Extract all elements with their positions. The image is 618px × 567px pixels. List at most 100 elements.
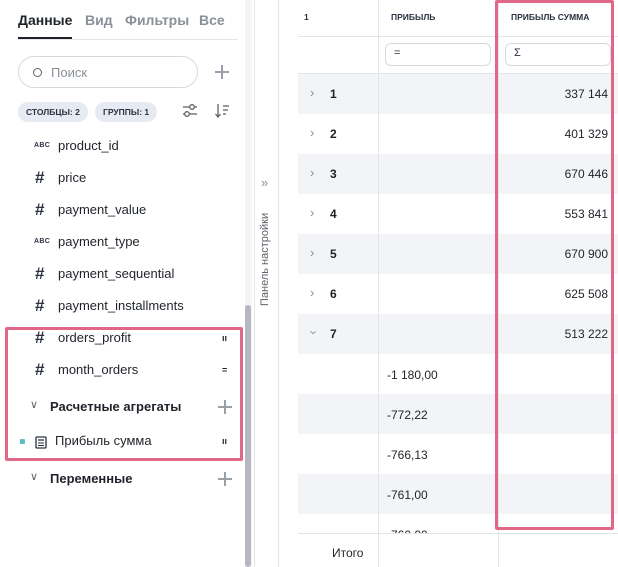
- table-row[interactable]: › 4 553 841: [298, 194, 618, 234]
- table-row[interactable]: -772,22: [298, 394, 618, 434]
- pivot-table: › 1 337 144 › 2 401 329 › 3 670 446 › 4 …: [298, 0, 618, 567]
- variables-section-header[interactable]: ∨ Переменные: [0, 464, 245, 494]
- profit-cell: -772,22: [387, 408, 428, 422]
- group-key: 1: [330, 87, 337, 101]
- totals-row: Итого: [298, 533, 618, 567]
- chevron-right-icon[interactable]: ›: [310, 85, 314, 100]
- data-panel: Данные Вид Фильтры Все Поиск СТОЛБЦЫ: 2 …: [0, 0, 253, 567]
- sum-cell: 513 222: [564, 327, 608, 341]
- measure-role-icon[interactable]: ıı: [222, 436, 227, 446]
- calculator-icon: [35, 436, 47, 449]
- scrollbar-thumb[interactable]: [245, 305, 251, 567]
- group-key: 7: [330, 327, 337, 341]
- number-type-icon: #: [35, 328, 45, 347]
- add-variable-plus-icon[interactable]: [218, 472, 232, 486]
- field-name: payment_sequential: [58, 266, 175, 281]
- column-divider: [498, 534, 499, 567]
- tab-filters[interactable]: Фильтры: [125, 12, 189, 28]
- profit-cell: -766,13: [387, 448, 428, 462]
- field-name: month_orders: [58, 362, 139, 377]
- settings-panel-toggle[interactable]: » Панель настройки: [254, 0, 279, 567]
- sum-cell: 670 446: [564, 167, 608, 181]
- search-input[interactable]: Поиск: [18, 56, 198, 88]
- chevron-right-icon[interactable]: ›: [310, 165, 314, 180]
- chevron-right-icon[interactable]: ›: [310, 285, 314, 300]
- add-aggregate-plus-icon[interactable]: [218, 400, 232, 414]
- column-divider: [378, 534, 379, 567]
- total-label: Итого: [332, 546, 364, 560]
- chevron-right-icon[interactable]: ›: [310, 245, 314, 260]
- aggregates-section-header[interactable]: ∨ Расчетные агрегаты: [0, 392, 245, 422]
- field-item[interactable]: # price: [0, 163, 245, 195]
- add-field-plus-icon[interactable]: [215, 65, 229, 79]
- accent-marker: [20, 439, 25, 444]
- filter-divider: [298, 73, 618, 74]
- field-item-month-orders[interactable]: # month_orders =: [0, 355, 245, 387]
- group-key: 6: [330, 287, 337, 301]
- field-item[interactable]: # payment_installments: [0, 291, 245, 323]
- dimension-role-icon[interactable]: =: [222, 365, 227, 375]
- filter-icon: =: [394, 47, 401, 59]
- chevron-down-icon[interactable]: ›: [307, 330, 322, 334]
- profit-column-header[interactable]: ПРИБЫЛЬ: [391, 12, 435, 22]
- row-header-cell: 1: [304, 12, 309, 22]
- aggregate-item-profit-sum[interactable]: Прибыль сумма ıı: [0, 426, 245, 458]
- profit-filter-input[interactable]: =: [385, 43, 491, 66]
- sort-icon[interactable]: [214, 103, 230, 119]
- text-type-icon: ABC: [34, 142, 51, 149]
- expand-chevrons-icon: »: [261, 175, 269, 190]
- profit-cell: -1 180,00: [387, 368, 438, 382]
- table-row[interactable]: › 7 513 222: [298, 314, 618, 354]
- field-item-orders-profit[interactable]: # orders_profit ıı: [0, 323, 245, 355]
- group-key: 4: [330, 207, 337, 221]
- number-type-icon: #: [35, 264, 45, 283]
- field-item[interactable]: ABC product_id: [0, 131, 245, 163]
- table-row[interactable]: -761,00: [298, 474, 618, 514]
- sum-cell: 553 841: [564, 207, 608, 221]
- chevron-down-icon: ∨: [30, 471, 39, 483]
- chevron-down-icon: ∨: [30, 399, 39, 411]
- group-key: 5: [330, 247, 337, 261]
- columns-chip[interactable]: СТОЛБЦЫ: 2: [18, 102, 88, 122]
- field-name: product_id: [58, 138, 119, 153]
- field-name: orders_profit: [58, 330, 131, 345]
- table-row[interactable]: › 6 625 508: [298, 274, 618, 314]
- sum-cell: 625 508: [564, 287, 608, 301]
- number-type-icon: #: [35, 360, 45, 379]
- chevron-right-icon[interactable]: ›: [310, 205, 314, 220]
- groups-chip[interactable]: ГРУППЫ: 1: [95, 102, 158, 122]
- field-name: payment_installments: [58, 298, 184, 313]
- tab-data[interactable]: Данные: [18, 12, 73, 39]
- number-type-icon: #: [35, 168, 45, 187]
- table-row[interactable]: › 2 401 329: [298, 114, 618, 154]
- aggregate-name: Прибыль сумма: [55, 433, 152, 448]
- tab-view[interactable]: Вид: [85, 12, 113, 28]
- field-item[interactable]: ABC payment_type: [0, 227, 245, 259]
- number-type-icon: #: [35, 296, 45, 315]
- chevron-right-icon[interactable]: ›: [310, 125, 314, 140]
- sum-cell: 670 900: [564, 247, 608, 261]
- profit-sum-filter-input[interactable]: Σ: [505, 43, 611, 66]
- field-name: payment_type: [58, 234, 140, 249]
- group-key: 3: [330, 167, 337, 181]
- table-row[interactable]: -766,13: [298, 434, 618, 474]
- group-key: 2: [330, 127, 337, 141]
- table-row[interactable]: -1 180,00: [298, 354, 618, 394]
- tab-all[interactable]: Все: [199, 12, 225, 28]
- section-title: Переменные: [50, 471, 133, 486]
- search-icon: [33, 68, 42, 77]
- settings-sliders-icon[interactable]: [182, 103, 198, 119]
- table-row[interactable]: › 1 337 144: [298, 74, 618, 114]
- column-divider: [498, 0, 499, 567]
- field-name: payment_value: [58, 202, 147, 217]
- header-divider: [298, 36, 618, 37]
- field-item[interactable]: # payment_sequential: [0, 259, 245, 291]
- panel-tabs: Данные Вид Фильтры Все: [18, 10, 238, 40]
- table-row[interactable]: › 5 670 900: [298, 234, 618, 274]
- section-title: Расчетные агрегаты: [50, 399, 182, 414]
- sum-cell: 337 144: [564, 87, 608, 101]
- profit-sum-column-header[interactable]: ПРИБЫЛЬ СУММА: [511, 12, 589, 22]
- measure-role-icon[interactable]: ıı: [222, 333, 227, 343]
- table-row[interactable]: › 3 670 446: [298, 154, 618, 194]
- field-item[interactable]: # payment_value: [0, 195, 245, 227]
